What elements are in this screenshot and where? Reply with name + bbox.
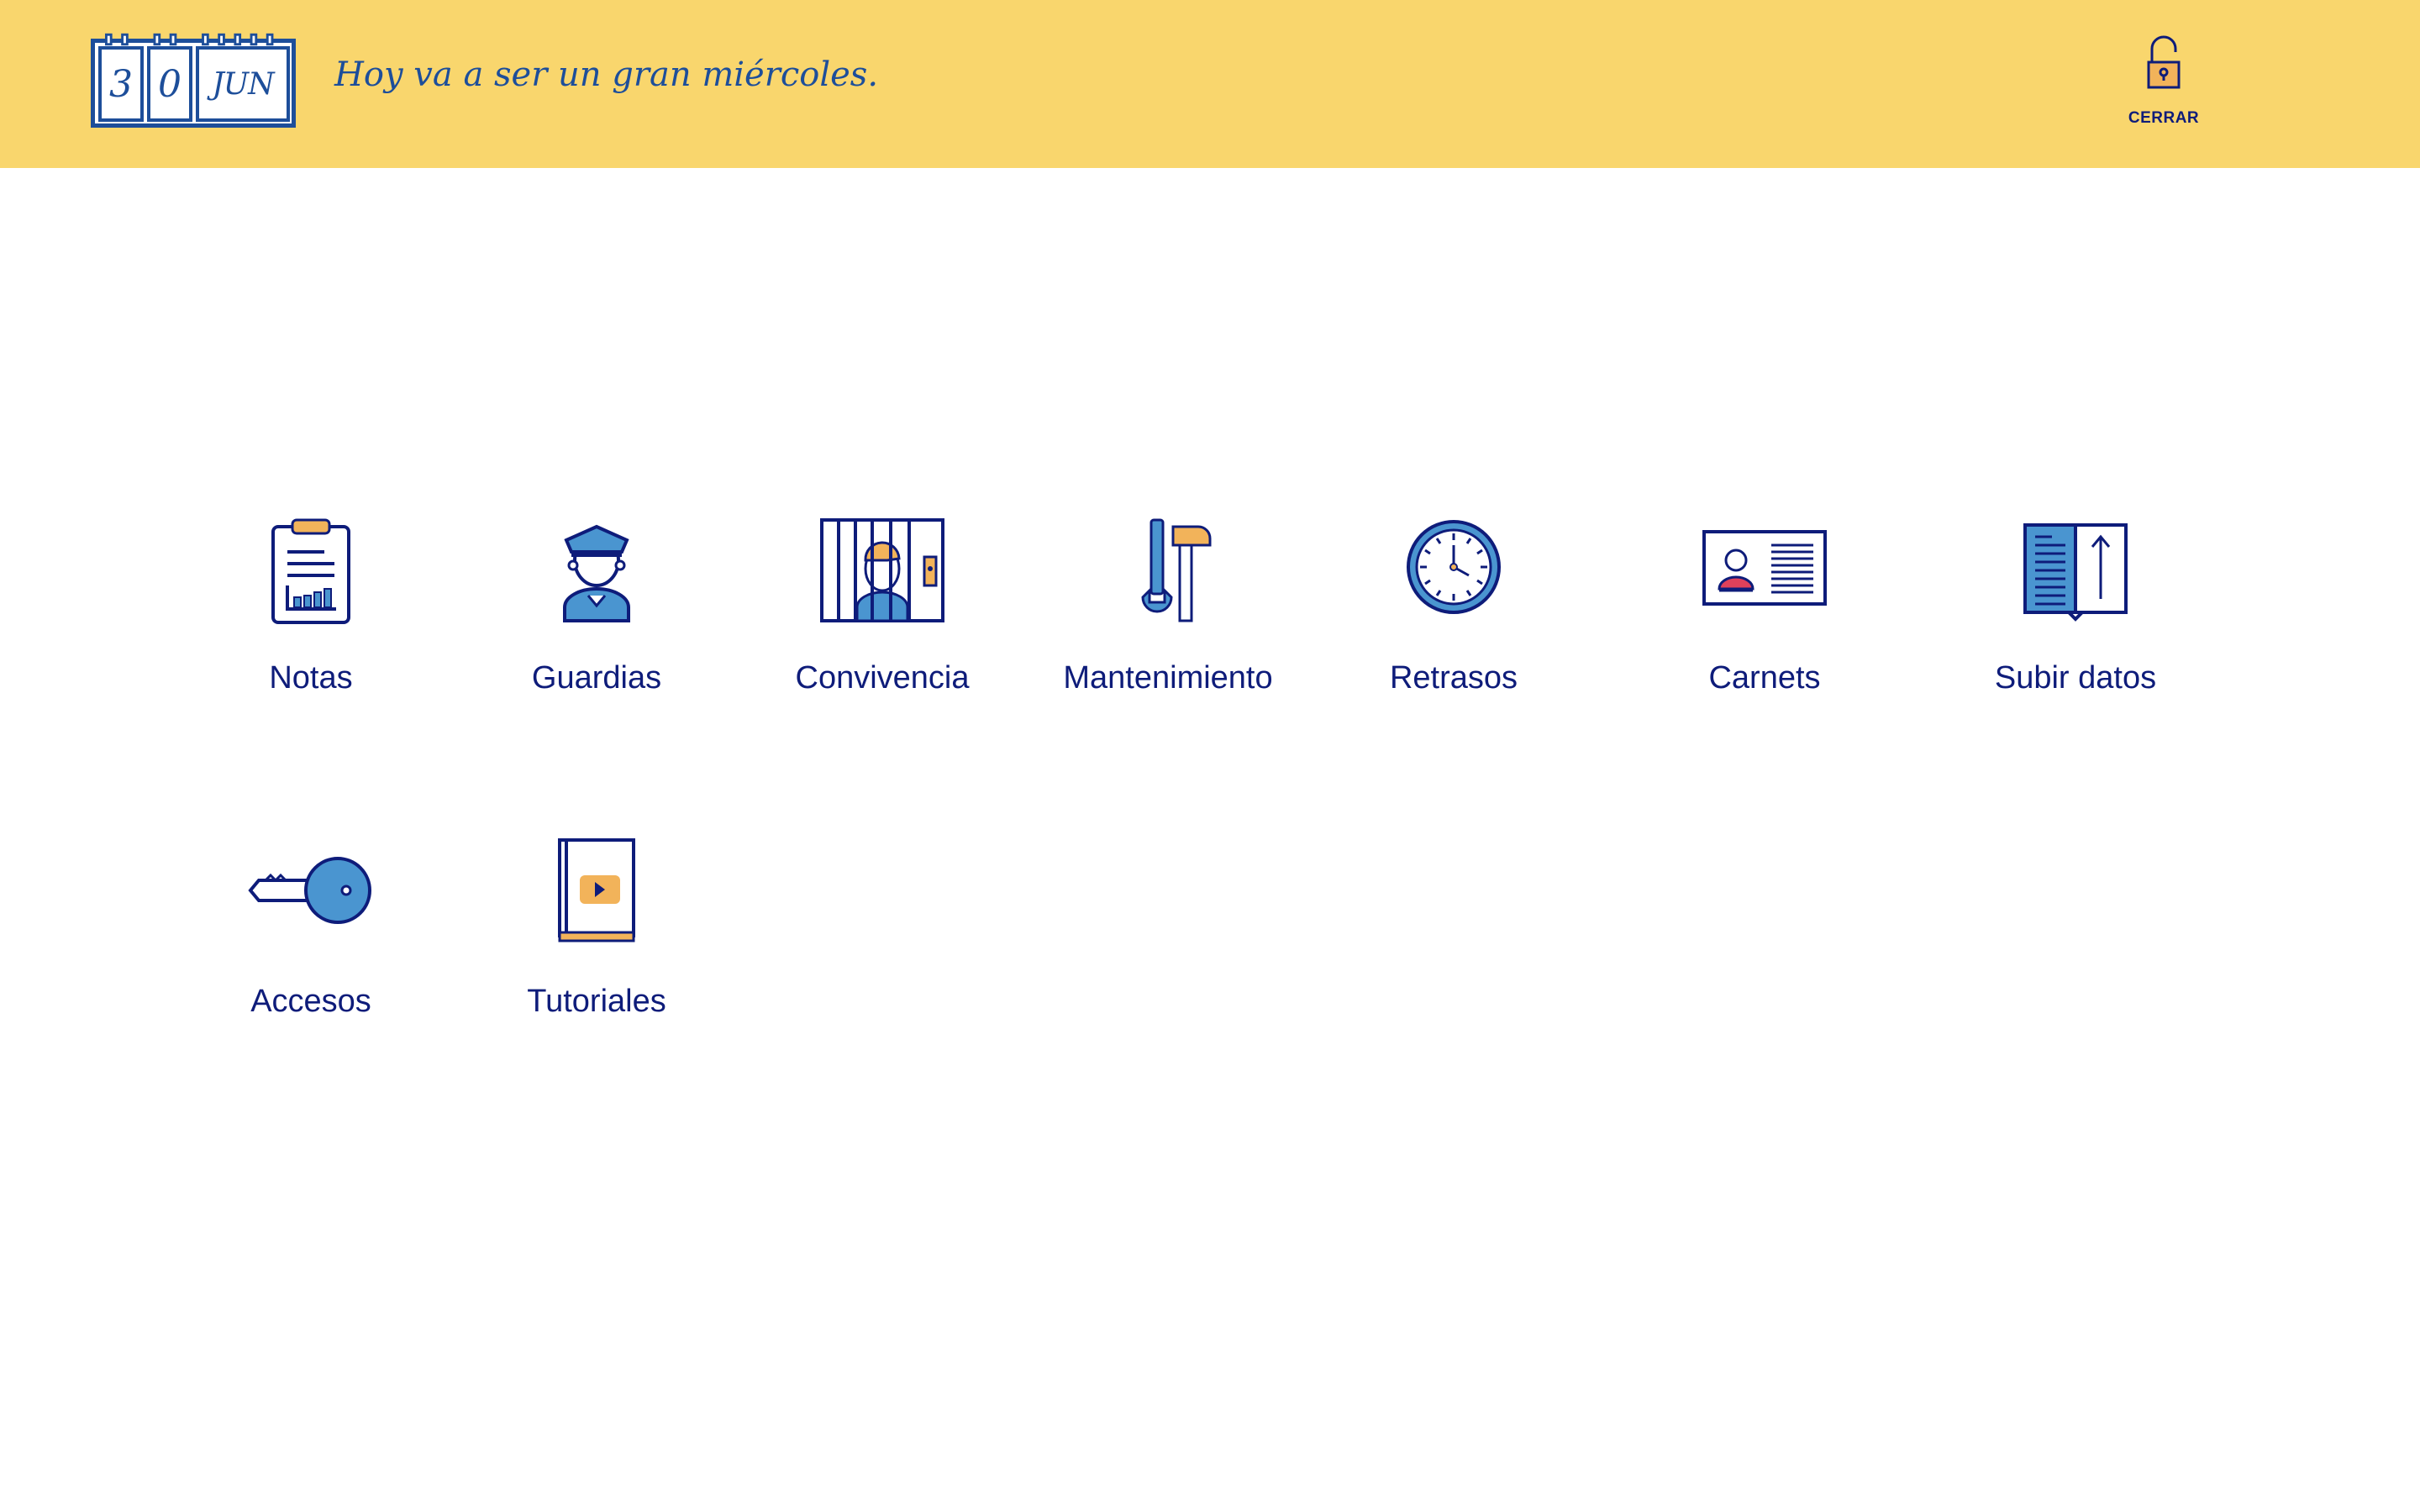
clipboard-chart-icon [271, 518, 350, 624]
menu-item-label: Carnets [1708, 660, 1821, 696]
wrench-hammer-icon [1141, 518, 1212, 622]
top-bar: 3 0 JUN Hoy va a ser un gran miércoles. … [0, 0, 2420, 168]
menu-item-convivencia[interactable]: Convivencia [748, 504, 1017, 739]
key-icon [248, 857, 371, 924]
jail-cell-icon [820, 518, 944, 622]
menu-item-label: Accesos [250, 984, 371, 1019]
menu-grid: Notas Guardias Convivencia Mantenimiento… [0, 504, 2420, 1092]
menu-item-guardias[interactable]: Guardias [462, 504, 731, 739]
video-book-icon [558, 838, 635, 942]
menu-item-subir-datos[interactable]: Subir datos [1941, 504, 2210, 739]
menu-item-label: Mantenimiento [1063, 660, 1273, 696]
menu-item-label: Subir datos [1994, 660, 2157, 696]
menu-item-label: Guardias [531, 660, 662, 696]
menu-item-label: Convivencia [795, 660, 970, 696]
menu-item-accesos[interactable]: Accesos [176, 827, 445, 1063]
id-card-icon [1702, 530, 1827, 606]
menu-item-label: Notas [269, 660, 353, 696]
date-calendar: 3 0 JUN [91, 33, 296, 128]
calendar-rings-icon [104, 33, 274, 46]
calendar-month: JUN [196, 46, 290, 122]
calendar-day-tens: 3 [98, 46, 144, 122]
clock-icon [1407, 520, 1501, 614]
logout-label: CERRAR [2128, 109, 2200, 127]
logout-button[interactable]: CERRAR [2118, 34, 2210, 151]
daily-motto: Hoy va a ser un gran miércoles. [334, 55, 879, 94]
book-upload-icon [2023, 523, 2128, 622]
menu-item-mantenimiento[interactable]: Mantenimiento [1034, 504, 1302, 739]
menu-item-label: Tutoriales [527, 984, 666, 1019]
menu-item-carnets[interactable]: Carnets [1630, 504, 1899, 739]
calendar-day-units: 0 [147, 46, 192, 122]
menu-item-notas[interactable]: Notas [176, 504, 445, 739]
menu-item-tutoriales[interactable]: Tutoriales [462, 827, 731, 1063]
menu-item-retrasos[interactable]: Retrasos [1319, 504, 1588, 739]
menu-item-label: Retrasos [1389, 660, 1518, 696]
padlock-open-icon [2147, 35, 2181, 89]
guard-officer-icon [563, 524, 630, 622]
